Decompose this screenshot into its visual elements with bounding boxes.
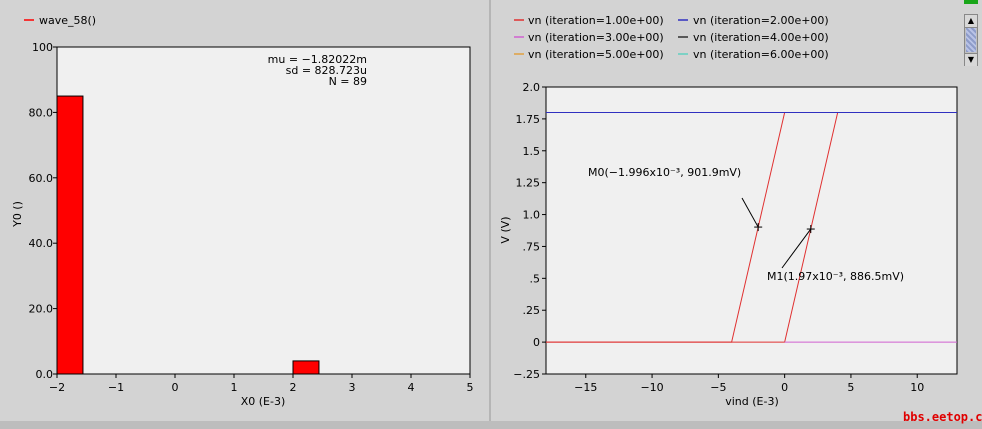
watermark: bbs.eetop.cn: [903, 410, 982, 424]
y-tick-label: 1.0: [523, 209, 541, 222]
marker-label: M0(−1.996x10⁻³, 901.9mV): [588, 166, 741, 179]
x-axis-ticks: −15 −10 −5 0 5 10: [574, 374, 924, 394]
legend-scrollbar[interactable]: ▲ ▼: [964, 14, 978, 66]
y-axis-ticks: 2.0 1.75 1.5 1.25 1.0 .75 .5 .25 0 −.25: [513, 81, 546, 381]
x-tick-label: 10: [910, 381, 924, 394]
legend-label: vn (iteration=4.00e+00): [693, 31, 829, 44]
y-tick-label: 1.5: [523, 145, 541, 158]
x-tick-label: 5: [467, 381, 474, 394]
y-tick-label: −.25: [513, 368, 540, 381]
y-tick-label: 2.0: [523, 81, 541, 94]
y-axis-label: V (V): [499, 216, 512, 243]
legend-iteration-1: vn (iteration=1.00e+00): [514, 14, 664, 27]
plot-area: [545, 86, 958, 375]
x-tick-label: 0: [781, 381, 788, 394]
legend-iteration-2: vn (iteration=2.00e+00): [678, 14, 829, 27]
x-tick-label: 0: [172, 381, 179, 394]
x-tick-label: −1: [108, 381, 124, 394]
marker-label: M1(1.97x10⁻³, 886.5mV): [767, 270, 904, 283]
legend-iteration-5: vn (iteration=5.00e+00): [514, 48, 664, 61]
y-tick-label: .25: [523, 304, 541, 317]
y-tick-label: 0: [533, 336, 540, 349]
x-tick-label: 4: [408, 381, 415, 394]
x-axis-label: vind (E-3): [725, 395, 779, 408]
y-tick-label: 40.0: [29, 237, 54, 250]
y-axis-ticks: 0.0 20.0 40.0 60.0 80.0 100: [29, 41, 57, 381]
legend-label: vn (iteration=5.00e+00): [528, 48, 664, 61]
legend-label: vn (iteration=1.00e+00): [528, 14, 664, 27]
plot-area: [56, 46, 471, 375]
x-axis-label: X0 (E-3): [241, 395, 286, 408]
x-tick-label: −2: [49, 381, 65, 394]
legend-label-wave58: wave_58(): [39, 14, 96, 27]
y-tick-label: 1.75: [516, 113, 541, 126]
legend-label: vn (iteration=3.00e+00): [528, 31, 664, 44]
scroll-up-icon[interactable]: ▲: [965, 15, 977, 28]
histogram-chart: wave_58() −2 −1 0 1 2 3 4 5 0.0 20.0 40.0 60.0 80.0…: [11, 14, 474, 408]
histogram-bar: [292, 360, 320, 375]
x-tick-label: −5: [710, 381, 726, 394]
stats-n: N = 89: [329, 75, 367, 88]
legend-iteration-6: vn (iteration=6.00e+00): [678, 48, 829, 61]
status-bar: [0, 421, 982, 429]
y-tick-label: 0.0: [36, 368, 54, 381]
legend-iteration-3: vn (iteration=3.00e+00): [514, 31, 664, 44]
x-tick-label: −15: [574, 381, 597, 394]
x-tick-label: −10: [640, 381, 663, 394]
x-tick-label: 5: [847, 381, 854, 394]
y-tick-label: 20.0: [29, 303, 54, 316]
legend-label: vn (iteration=6.00e+00): [693, 48, 829, 61]
y-tick-label: 100: [32, 41, 53, 54]
y-tick-label: .75: [523, 240, 541, 253]
y-axis-label: Y0 (): [11, 201, 24, 228]
scroll-down-icon[interactable]: ▼: [965, 53, 977, 66]
y-tick-label: .5: [530, 272, 541, 285]
x-tick-label: 2: [290, 381, 297, 394]
histogram-pane: wave_58() −2 −1 0 1 2 3 4 5 0.0 20.0 40.0 60.0 80.0…: [0, 0, 489, 421]
status-indicator: [964, 0, 978, 4]
histogram-bar: [56, 95, 84, 375]
x-axis-ticks: −2 −1 0 1 2 3 4 5: [49, 374, 474, 394]
sweep-chart: vn (iteration=1.00e+00) vn (iteration=2.…: [499, 14, 958, 408]
y-tick-label: 80.0: [29, 106, 54, 119]
scroll-thumb[interactable]: [966, 28, 976, 52]
x-tick-label: 3: [349, 381, 356, 394]
sweep-pane: vn (iteration=1.00e+00) vn (iteration=2.…: [491, 0, 982, 421]
y-tick-label: 60.0: [29, 172, 54, 185]
y-tick-label: 1.25: [516, 177, 541, 190]
legend-label: vn (iteration=2.00e+00): [693, 14, 829, 27]
legend-iteration-4: vn (iteration=4.00e+00): [678, 31, 829, 44]
x-tick-label: 1: [231, 381, 238, 394]
